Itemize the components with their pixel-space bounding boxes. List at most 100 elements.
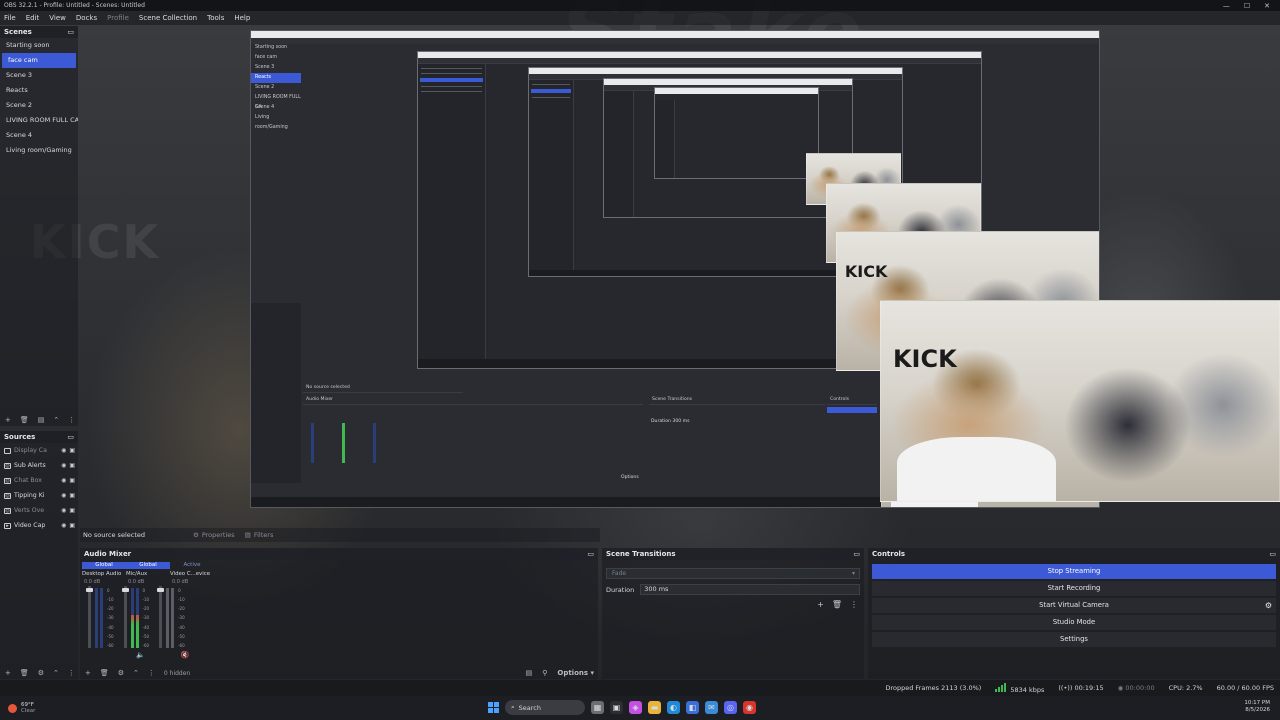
more-icon[interactable]: ⋮ — [148, 669, 155, 677]
scene-item-reacts[interactable]: Reacts — [0, 83, 78, 98]
menu-profile[interactable]: Profile — [107, 14, 129, 22]
start-virtual-camera-button[interactable]: Start Virtual Camera ⚙ — [872, 598, 1276, 613]
add-source-icon[interactable]: + — [5, 669, 11, 677]
lock-icon[interactable]: ▣ — [69, 462, 75, 469]
broadcast-icon: ((•)) — [1058, 684, 1073, 692]
file-explorer-icon[interactable]: ▬ — [648, 701, 661, 714]
gear-icon[interactable]: ⚙ — [118, 669, 124, 677]
system-clock[interactable]: 10:17 PM 8/5/2026 — [1244, 700, 1270, 714]
volume-slider[interactable] — [121, 586, 129, 648]
channel-desktop-audio[interactable]: Desktop Audio — [82, 571, 122, 577]
lock-icon[interactable]: ▣ — [69, 507, 75, 514]
settings-button[interactable]: Settings — [872, 632, 1276, 647]
move-up-icon[interactable]: ⌃ — [53, 669, 59, 677]
taskbar-apps: ⌕ Search ▦ ▣ ◈ ▬ ◐ ◧ ✉ ◎ ◉ — [488, 700, 756, 715]
eye-icon[interactable]: ◉ — [61, 462, 66, 469]
scene-item-living-room-gaming[interactable]: Living room/Gaming — [0, 143, 78, 158]
discord-icon[interactable]: ◎ — [724, 701, 737, 714]
remove-icon[interactable]: 🗑 — [832, 600, 842, 609]
volume-slider[interactable] — [86, 586, 93, 648]
minimize-button[interactable]: — — [1223, 2, 1230, 10]
scene-item-starting-soon[interactable]: Starting soon — [0, 38, 78, 53]
mail-icon[interactable]: ✉ — [705, 701, 718, 714]
move-up-icon[interactable]: ⌃ — [133, 669, 139, 677]
copilot-icon[interactable]: ◈ — [629, 701, 642, 714]
eye-icon[interactable]: ◉ — [61, 477, 66, 484]
mixer-tab-global-2[interactable]: Global — [126, 562, 170, 569]
add-scene-icon[interactable]: + — [5, 416, 11, 424]
menu-help[interactable]: Help — [234, 14, 250, 22]
remove-source-icon[interactable]: 🗑 — [20, 669, 29, 677]
eye-icon[interactable]: ◉ — [61, 522, 66, 529]
scene-item-face-cam[interactable]: face cam — [2, 53, 76, 68]
weather-widget[interactable]: 69°F Clear — [0, 702, 35, 714]
lock-icon[interactable]: ▣ — [69, 492, 75, 499]
eye-icon[interactable]: ◉ — [61, 492, 66, 499]
dock-menu-icon[interactable]: ▭ — [853, 550, 860, 558]
scene-item-scene-3[interactable]: Scene 3 — [0, 68, 78, 83]
channel-mic-aux[interactable]: Mic/Aux — [126, 571, 166, 577]
dock-menu-icon[interactable]: ▭ — [67, 28, 74, 36]
source-item[interactable]: ▸ Video Cap ◉ ▣ — [0, 518, 78, 533]
studio-mode-button[interactable]: Studio Mode — [872, 615, 1276, 630]
add-icon[interactable]: + — [817, 600, 824, 609]
browser-icon: ◎ — [4, 477, 11, 484]
more-icon[interactable]: ⋮ — [68, 669, 75, 677]
dock-menu-icon[interactable]: ▭ — [587, 550, 594, 558]
windows-start-icon[interactable] — [488, 702, 499, 713]
store-icon[interactable]: ◧ — [686, 701, 699, 714]
edge-icon[interactable]: ◐ — [667, 701, 680, 714]
options-button[interactable]: Options ▾ — [557, 669, 594, 677]
filters-button[interactable]: ▤ Filters — [245, 531, 274, 539]
chrome-icon[interactable]: ◉ — [743, 701, 756, 714]
more-icon[interactable]: ⋮ — [68, 416, 75, 424]
gear-icon[interactable]: ⚙ — [1265, 598, 1272, 613]
remove-icon[interactable]: 🗑 — [100, 669, 109, 677]
transition-select[interactable]: Fade ▾ — [606, 568, 860, 579]
channel-video-capture[interactable]: Video C...evice 3 — [170, 571, 210, 577]
duration-input[interactable]: 300 ms — [640, 584, 860, 595]
link-icon[interactable]: ⚲ — [542, 669, 547, 677]
menu-file[interactable]: File — [4, 14, 16, 22]
stop-streaming-button[interactable]: Stop Streaming — [872, 564, 1276, 579]
lock-icon[interactable]: ▣ — [69, 447, 75, 454]
menu-docks[interactable]: Docks — [76, 14, 97, 22]
taskbar-search[interactable]: ⌕ Search — [505, 700, 585, 715]
properties-button[interactable]: ⚙ Properties — [193, 531, 235, 539]
lock-icon[interactable]: ▣ — [69, 477, 75, 484]
source-item[interactable]: ◎ Verts Ove ◉ ▣ — [0, 503, 78, 518]
source-settings-icon[interactable]: ⚙ — [38, 669, 44, 677]
menu-scene-collection[interactable]: Scene Collection — [139, 14, 197, 22]
source-item[interactable]: ◎ Sub Alerts ◉ ▣ — [0, 458, 78, 473]
dock-menu-icon[interactable]: ▭ — [1269, 550, 1276, 558]
add-icon[interactable]: + — [85, 669, 91, 677]
mixer-tab-active[interactable]: Active — [170, 562, 214, 569]
task-view-icon[interactable]: ▣ — [610, 701, 623, 714]
scene-item-scene-2[interactable]: Scene 2 — [0, 98, 78, 113]
eye-icon[interactable]: ◉ — [61, 447, 66, 454]
remove-scene-icon[interactable]: 🗑 — [20, 416, 29, 424]
layout-icon[interactable]: ▤ — [526, 669, 533, 677]
source-item[interactable]: ◎ Chat Box ◉ ▣ — [0, 473, 78, 488]
speaker-icon[interactable]: 🔈 — [136, 651, 145, 659]
widgets-icon[interactable]: ▦ — [591, 701, 604, 714]
lock-icon[interactable]: ▣ — [69, 522, 75, 529]
source-item[interactable]: ◎ Tipping Ki ◉ ▣ — [0, 488, 78, 503]
move-up-icon[interactable]: ⌃ — [53, 416, 59, 424]
close-button[interactable]: ✕ — [1264, 2, 1270, 10]
scene-item-scene-4[interactable]: Scene 4 — [0, 128, 78, 143]
source-item[interactable]: Display Ca ◉ ▣ — [0, 443, 78, 458]
menu-tools[interactable]: Tools — [207, 14, 224, 22]
dock-menu-icon[interactable]: ▭ — [67, 433, 74, 441]
start-recording-button[interactable]: Start Recording — [872, 581, 1276, 596]
menu-view[interactable]: View — [49, 14, 66, 22]
mixer-tab-global[interactable]: Global — [82, 562, 126, 569]
eye-icon[interactable]: ◉ — [61, 507, 66, 514]
scene-filter-icon[interactable]: ▤ — [38, 416, 45, 424]
volume-slider[interactable] — [157, 586, 165, 648]
maximize-button[interactable]: ☐ — [1244, 2, 1250, 10]
scene-item-living-room-full[interactable]: LIVING ROOM FULL CA — [0, 113, 78, 128]
mute-icon[interactable]: 🔇 — [181, 651, 190, 659]
menu-edit[interactable]: Edit — [26, 14, 40, 22]
more-icon[interactable]: ⋮ — [850, 600, 858, 609]
